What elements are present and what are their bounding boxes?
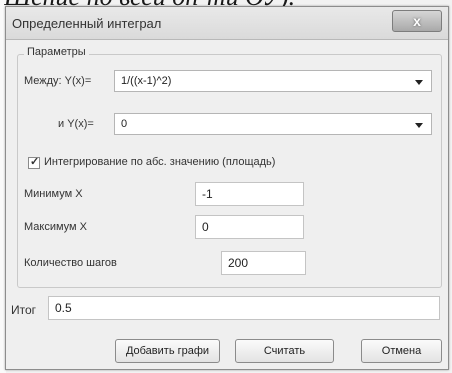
between-function-combo[interactable]: 1/((x-1)^2) — [114, 70, 432, 92]
result-value: 0.5 — [55, 301, 72, 315]
integral-dialog: Определенный интеграл x Параметры Между:… — [5, 6, 449, 370]
min-x-value: -1 — [202, 187, 213, 201]
close-button[interactable]: x — [392, 10, 442, 32]
parameters-group: Параметры Между: Y(x)= 1/((x-1)^2) и Y(x… — [17, 46, 442, 288]
min-x-input[interactable]: -1 — [195, 182, 304, 206]
abs-integration-label[interactable]: Интегрирование по абс. значению (площадь… — [44, 156, 275, 168]
close-icon: x — [413, 13, 421, 29]
cancel-button[interactable]: Отмена — [361, 339, 442, 363]
between-label: Между: Y(x)= — [24, 75, 92, 87]
add-graph-button[interactable]: Добавить графи — [115, 339, 220, 363]
chevron-down-icon[interactable] — [415, 123, 423, 128]
calculate-button[interactable]: Считать — [235, 339, 334, 363]
and-function-value: 0 — [121, 118, 128, 130]
title-bar[interactable]: Определенный интеграл x — [6, 7, 448, 40]
abs-integration-checkbox[interactable]: ✓ — [28, 156, 40, 169]
steps-label: Количество шагов — [24, 257, 117, 269]
max-x-label: Максимум X — [24, 221, 88, 233]
parameters-legend: Параметры — [24, 46, 89, 58]
between-function-value: 1/((x-1)^2) — [121, 75, 172, 87]
steps-value: 200 — [228, 256, 249, 270]
dialog-title: Определенный интеграл — [12, 16, 162, 31]
max-x-input[interactable]: 0 — [195, 215, 304, 239]
min-x-label: Минимум X — [24, 188, 83, 200]
chevron-down-icon[interactable] — [415, 80, 423, 85]
and-function-combo[interactable]: 0 — [114, 113, 432, 135]
and-label: и Y(x)= — [58, 118, 94, 130]
checkmark-icon: ✓ — [30, 156, 40, 168]
result-field[interactable]: 0.5 — [48, 296, 440, 320]
max-x-value: 0 — [202, 220, 209, 234]
steps-input[interactable]: 200 — [221, 251, 306, 275]
result-label: Итог — [11, 303, 37, 317]
